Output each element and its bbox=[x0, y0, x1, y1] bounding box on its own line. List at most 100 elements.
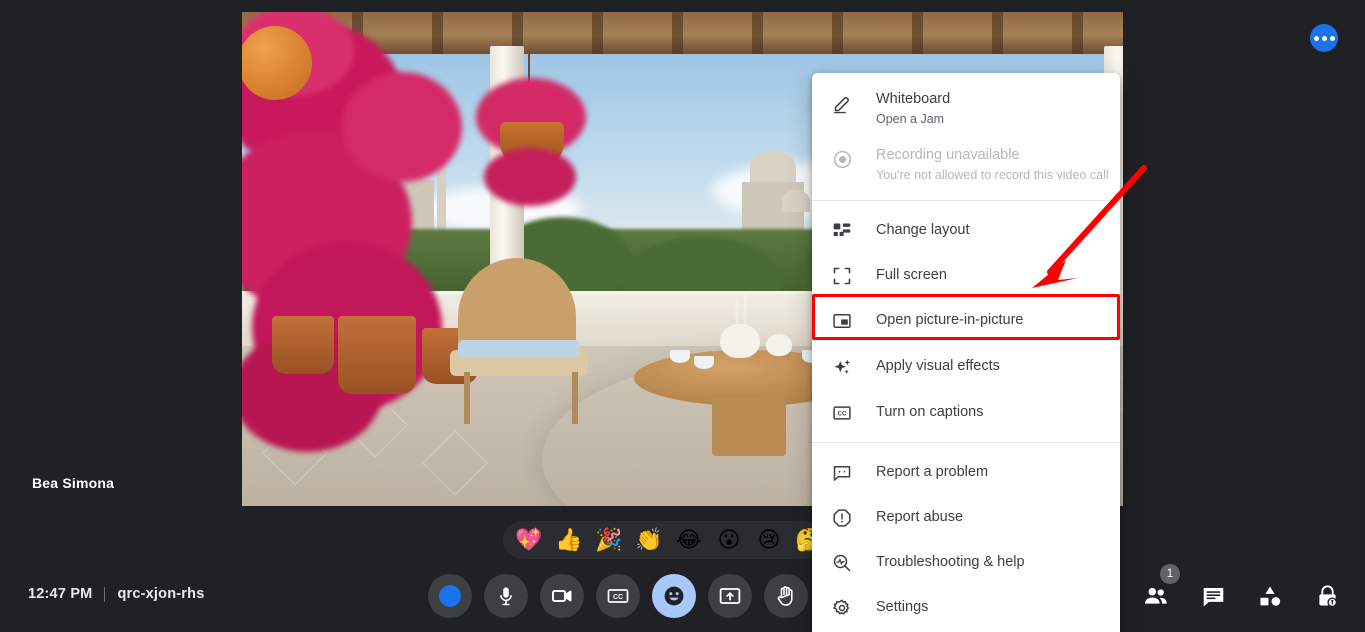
menu-item-report-a-problem[interactable]: Report a problem bbox=[812, 450, 1120, 495]
menu-item-label: Change layout bbox=[876, 222, 970, 238]
menu-item-label: Settings bbox=[876, 599, 929, 615]
control-profile-button[interactable] bbox=[427, 574, 472, 618]
menu-item-change-layout[interactable]: Change layout bbox=[812, 208, 1120, 253]
troubleshoot-icon bbox=[830, 551, 854, 575]
menu-item-label: Whiteboard bbox=[876, 91, 951, 107]
menu-divider bbox=[812, 442, 1120, 443]
scene-beam bbox=[912, 12, 923, 54]
closed-captions-icon: CC bbox=[607, 589, 628, 603]
people-icon bbox=[1144, 587, 1167, 604]
three-dots-icon bbox=[1313, 35, 1319, 41]
scene-chair-cushion bbox=[458, 340, 580, 358]
scene-cup bbox=[694, 356, 714, 369]
menu-item-label: Troubleshooting & help bbox=[876, 554, 1025, 570]
menu-item-recording: Recording unavailable You're not allowed… bbox=[812, 137, 1120, 193]
scene-teapot-small bbox=[766, 334, 792, 356]
menu-item-report-abuse[interactable]: Report abuse bbox=[812, 495, 1120, 540]
svg-text:CC: CC bbox=[612, 594, 622, 601]
scene-pot bbox=[272, 316, 334, 374]
bottom-control-bar: 12:47 PM qrc-xjon-rhs CC 1 bbox=[0, 560, 1365, 632]
microphone-icon bbox=[499, 587, 512, 606]
control-activities-button[interactable] bbox=[1254, 580, 1286, 612]
feedback-icon bbox=[830, 461, 854, 485]
menu-item-turn-on-captions[interactable]: CC Turn on captions bbox=[812, 390, 1120, 435]
menu-divider bbox=[812, 200, 1120, 201]
control-microphone-button[interactable] bbox=[483, 574, 528, 618]
menu-item-label: Full screen bbox=[876, 267, 947, 283]
scene-dome bbox=[750, 150, 796, 186]
three-dots-icon bbox=[1321, 35, 1327, 41]
present-screen-icon bbox=[719, 588, 740, 604]
control-host-controls-button[interactable] bbox=[1311, 580, 1343, 612]
meeting-code[interactable]: qrc-xjon-rhs bbox=[117, 586, 204, 602]
scene-beam bbox=[832, 12, 843, 54]
scene-chair-leg bbox=[572, 372, 578, 424]
lock-shield-icon bbox=[1318, 584, 1337, 607]
reaction-open-mouth[interactable]: 😮 bbox=[709, 521, 749, 559]
chat-bubble-icon bbox=[1203, 587, 1223, 606]
scene-beam bbox=[432, 12, 443, 54]
scene-beam bbox=[752, 12, 763, 54]
scene-steam bbox=[736, 300, 738, 326]
menu-item-label: Report a problem bbox=[876, 464, 989, 480]
warning-octagon-icon bbox=[830, 506, 854, 530]
participant-name-label: Bea Simona bbox=[32, 475, 115, 491]
reaction-party-popper[interactable]: 🎉 bbox=[589, 521, 629, 559]
reaction-clapping-hands[interactable]: 👏 bbox=[629, 521, 669, 559]
scene-steam bbox=[744, 294, 746, 326]
gear-icon bbox=[830, 596, 854, 620]
reaction-tears-of-joy[interactable]: 😂 bbox=[669, 521, 709, 559]
scene-beam bbox=[592, 12, 603, 54]
menu-item-full-screen[interactable]: Full screen bbox=[812, 253, 1120, 298]
activities-shapes-icon bbox=[1260, 586, 1281, 606]
control-people-button[interactable]: 1 bbox=[1140, 564, 1180, 612]
scene-flowers bbox=[342, 72, 462, 182]
smiley-face-icon bbox=[664, 586, 683, 606]
raised-hand-icon bbox=[777, 586, 793, 606]
menu-item-label: Apply visual effects bbox=[876, 358, 1000, 374]
scene-flowers bbox=[484, 148, 576, 206]
more-options-menu: Whiteboard Open a Jam Recording unavaila… bbox=[812, 73, 1120, 632]
scene-beam bbox=[992, 12, 1003, 54]
menu-item-label: Turn on captions bbox=[876, 404, 984, 420]
reaction-crying-face[interactable]: 😢 bbox=[749, 521, 789, 559]
menu-item-sublabel: Open a Jam bbox=[876, 112, 945, 126]
control-camera-button[interactable] bbox=[539, 574, 584, 618]
scene-dome bbox=[782, 190, 810, 212]
blue-dot-icon bbox=[438, 585, 461, 607]
people-count-badge: 1 bbox=[1160, 564, 1180, 584]
control-reactions-button[interactable] bbox=[651, 574, 696, 618]
video-camera-icon bbox=[551, 590, 571, 602]
reaction-thumbs-up[interactable]: 👍 bbox=[549, 521, 589, 559]
record-circle-icon bbox=[830, 147, 854, 171]
meet-app-window: Bea Simona Whiteboard Open a Jam Recordi… bbox=[0, 0, 1365, 632]
meta-divider bbox=[104, 586, 106, 602]
menu-item-picture-in-picture[interactable]: Open picture-in-picture bbox=[812, 298, 1120, 343]
emoji-reactions-bar: 💖 👍 🎉 👏 😂 😮 😢 🤔 bbox=[503, 521, 835, 559]
scene-cup bbox=[670, 350, 690, 363]
menu-item-whiteboard[interactable]: Whiteboard Open a Jam bbox=[812, 81, 1120, 137]
control-raise-hand-button[interactable] bbox=[763, 574, 808, 618]
menu-item-settings[interactable]: Settings bbox=[812, 585, 1120, 630]
control-captions-button[interactable]: CC bbox=[595, 574, 640, 618]
menu-item-sublabel: You're not allowed to record this video … bbox=[876, 168, 1109, 182]
scene-table-base bbox=[712, 394, 786, 456]
control-present-button[interactable] bbox=[707, 574, 752, 618]
current-time: 12:47 PM bbox=[28, 586, 93, 602]
right-controls: 1 bbox=[1083, 564, 1343, 612]
control-chat-button[interactable] bbox=[1197, 580, 1229, 612]
svg-text:CC: CC bbox=[838, 411, 847, 418]
fullscreen-icon bbox=[830, 264, 854, 288]
menu-item-troubleshooting-help[interactable]: Troubleshooting & help bbox=[812, 540, 1120, 585]
layout-grid-icon bbox=[830, 219, 854, 243]
menu-item-apply-visual-effects[interactable]: Apply visual effects bbox=[812, 343, 1120, 390]
scene-teapot bbox=[720, 324, 760, 358]
scene-chair-leg bbox=[464, 372, 470, 424]
scene-beam bbox=[1072, 12, 1083, 54]
scene-beam bbox=[672, 12, 683, 54]
menu-item-label: Open picture-in-picture bbox=[876, 312, 1024, 328]
reaction-sparkling-heart[interactable]: 💖 bbox=[509, 521, 549, 559]
picture-in-picture-icon bbox=[830, 309, 854, 333]
meeting-meta: 12:47 PM qrc-xjon-rhs bbox=[28, 586, 204, 602]
top-more-options-button[interactable] bbox=[1310, 24, 1338, 52]
